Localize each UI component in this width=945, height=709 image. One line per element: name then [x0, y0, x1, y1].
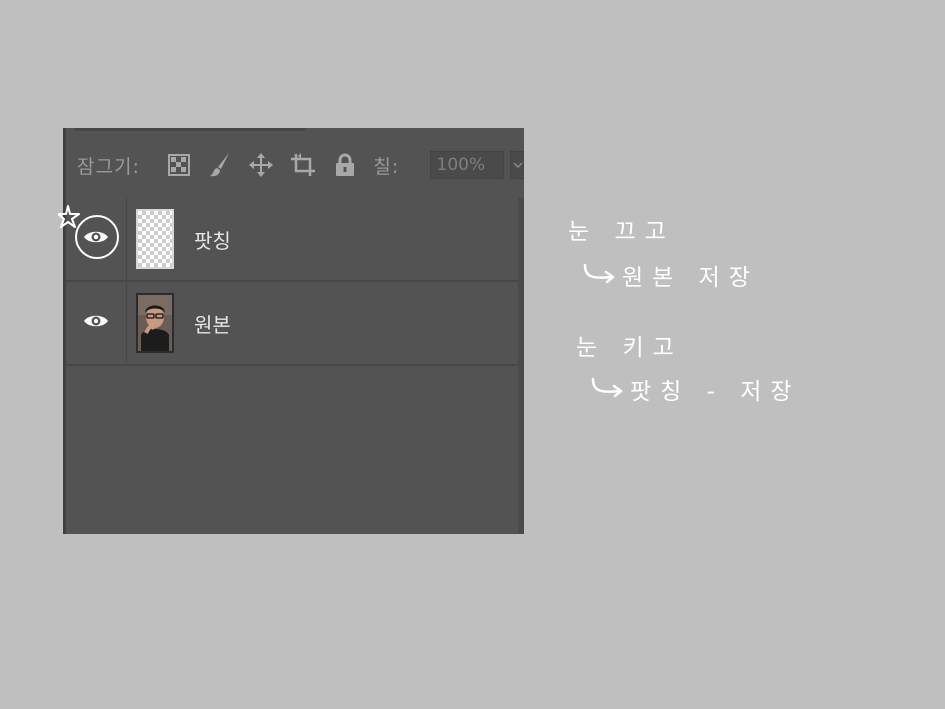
eye-icon	[83, 313, 109, 333]
lock-artboard-icon[interactable]	[290, 152, 316, 178]
lock-transparent-pixels-icon[interactable]	[166, 152, 191, 178]
layers-panel: 잠그기: 칠: 100% 팟칭 원본	[63, 128, 524, 534]
layer-row[interactable]: 원본	[66, 282, 518, 366]
note-text: 원본 저장	[622, 265, 759, 291]
visibility-toggle[interactable]	[66, 282, 127, 364]
lock-toolbar: 잠그기: 칠: 100%	[66, 148, 524, 182]
lock-image-pixels-icon[interactable]	[207, 152, 232, 178]
note-line: 팟칭 - 저장	[590, 372, 801, 406]
note-line: 원본 저장	[582, 258, 759, 292]
curved-arrow-icon	[582, 263, 618, 291]
lock-label: 잠그기:	[77, 155, 140, 178]
layer-thumbnail[interactable]	[136, 293, 174, 353]
star-annotation-icon	[58, 205, 80, 228]
panel-scrollbar[interactable]	[518, 198, 524, 534]
note-line: 눈 끄고	[568, 219, 675, 245]
note-text: 팟칭 - 저장	[630, 379, 801, 405]
fill-label: 칠:	[373, 155, 400, 178]
layer-name[interactable]: 팟칭	[194, 225, 231, 254]
panel-tab-edge	[74, 128, 306, 131]
curved-arrow-icon	[590, 377, 626, 405]
layer-thumbnail[interactable]	[136, 209, 174, 269]
layers-list: 팟칭 원본	[66, 198, 518, 366]
lock-position-icon[interactable]	[248, 152, 274, 178]
chevron-down-icon	[513, 162, 523, 169]
note-line: 눈 키고	[576, 335, 683, 361]
fill-opacity-input[interactable]	[429, 151, 504, 179]
layer-name[interactable]: 원본	[194, 309, 231, 338]
portrait-photo-icon	[138, 295, 172, 351]
fill-dropdown-button[interactable]	[509, 151, 524, 179]
lock-all-icon[interactable]	[332, 152, 357, 178]
layer-row[interactable]: 팟칭	[66, 198, 518, 282]
